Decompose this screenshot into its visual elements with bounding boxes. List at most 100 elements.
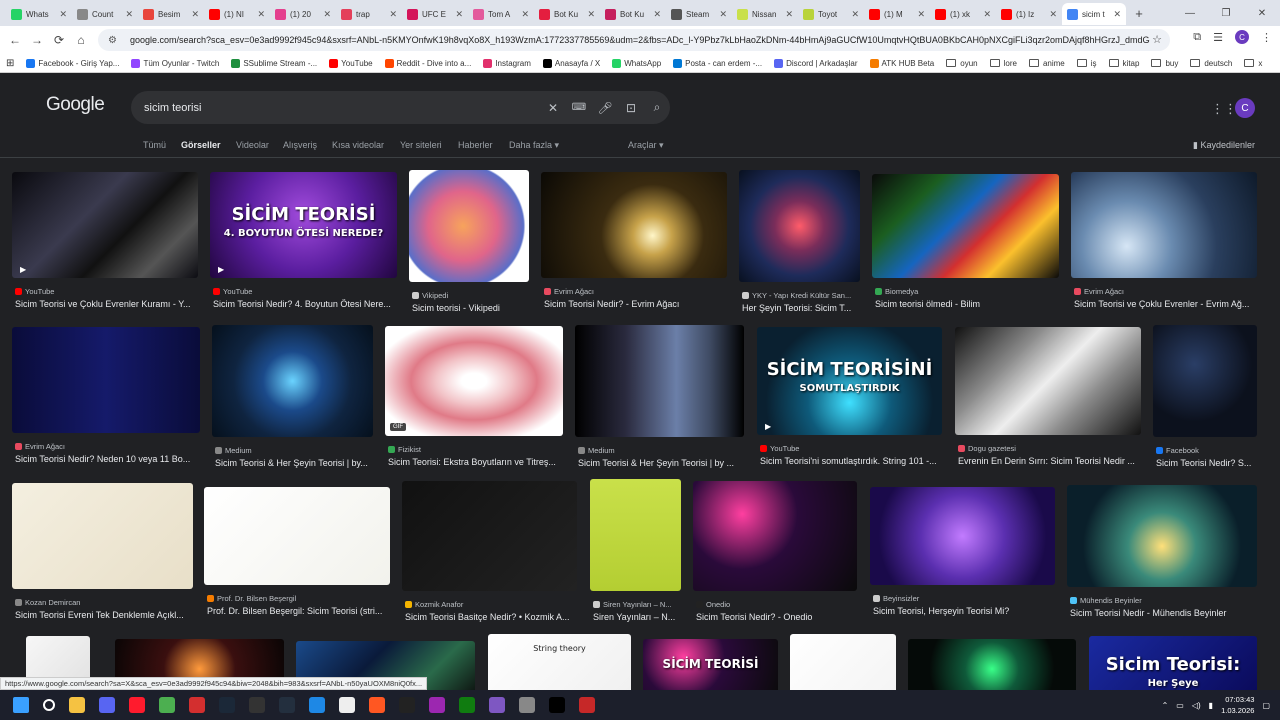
browser-tab[interactable]: (1) NI ✕ <box>204 3 270 25</box>
result-thumbnail[interactable] <box>790 634 896 690</box>
tab-close-icon[interactable]: ✕ <box>983 9 991 20</box>
tab-close-icon[interactable]: ✕ <box>587 9 595 20</box>
tab-close-icon[interactable]: ✕ <box>1049 9 1057 20</box>
browser-tab[interactable]: UFC E ✕ <box>402 3 468 25</box>
tools-button[interactable]: Araçlar ▾ <box>628 140 664 151</box>
epic-games-icon[interactable] <box>249 697 265 713</box>
account-avatar[interactable]: C <box>1235 98 1255 118</box>
app-red-icon[interactable] <box>189 697 205 713</box>
result-source[interactable]: Kozmik Anafor <box>405 600 576 609</box>
xbox-icon[interactable] <box>459 697 475 713</box>
result-thumbnail[interactable]: SİCİM TEORİSİ 4. BOYUTUN ÖTESİ NEREDE? ▶ <box>210 172 397 278</box>
search-icon[interactable] <box>43 699 55 711</box>
result-thumbnail[interactable] <box>693 481 857 591</box>
browser-tab[interactable]: (1) M ✕ <box>864 3 930 25</box>
result-thumbnail[interactable]: SİCİM TEORİSİNİ SOMUTLAŞTIRDIK ▶ <box>757 327 942 435</box>
result-source[interactable]: YouTube <box>15 287 197 296</box>
clear-icon[interactable]: ✕ <box>540 101 566 115</box>
app-orange-icon[interactable] <box>369 697 385 713</box>
browser-tab[interactable]: Besim ✕ <box>138 3 204 25</box>
app-black-icon[interactable] <box>549 697 565 713</box>
bookmark-item[interactable]: SSublime Stream -... <box>231 58 317 68</box>
bookmark-folder[interactable]: deutsch <box>1190 59 1232 68</box>
browser-tab[interactable]: Whats ✕ <box>6 3 72 25</box>
result-thumbnail[interactable] <box>541 172 727 278</box>
result-title[interactable]: Sicim Teorisi & Her Şeyin Teorisi | by..… <box>215 458 374 468</box>
tab-news[interactable]: Haberler <box>458 140 493 150</box>
bookmark-item[interactable]: Reddit - Dive into a... <box>384 58 471 68</box>
tab-search-icon[interactable]: ☰ <box>1213 31 1223 44</box>
browser-tab[interactable]: sicim t ✕ <box>1062 3 1126 25</box>
discord-icon[interactable] <box>99 697 115 713</box>
tab-close-icon[interactable]: ✕ <box>191 9 199 20</box>
browser-tab[interactable]: trap ✕ <box>336 3 402 25</box>
browser-tab[interactable]: (1) 20 ✕ <box>270 3 336 25</box>
browser-tab[interactable]: (1) xk ✕ <box>930 3 996 25</box>
new-tab-button[interactable]: + <box>1130 6 1148 21</box>
result-title[interactable]: Sicim Teorisi ve Çoklu Evrenler Kuramı -… <box>15 299 199 309</box>
browser-tab[interactable]: (1) Iz ✕ <box>996 3 1062 25</box>
windows-start-icon[interactable] <box>13 697 29 713</box>
result-source[interactable]: Evrim Ağacı <box>15 442 199 451</box>
result-title[interactable]: Sicim Teorisi'ni somutlaştırdık. String … <box>760 456 943 466</box>
browser-tab[interactable]: Steam ✕ <box>666 3 732 25</box>
browser-tab[interactable]: Toyot ✕ <box>798 3 864 25</box>
result-thumbnail[interactable] <box>1153 325 1257 437</box>
bookmark-item[interactable]: Discord | Arkadaşlar <box>774 58 858 68</box>
bookmark-folder[interactable]: buy <box>1151 59 1178 68</box>
tab-close-icon[interactable]: ✕ <box>1113 9 1121 20</box>
result-thumbnail[interactable] <box>955 327 1141 435</box>
result-source[interactable]: Biomedya <box>875 287 1058 296</box>
result-source[interactable]: Facebook <box>1156 446 1256 455</box>
url-bar[interactable]: ⚙ google.com/search?sca_esv=0e3ad9992f94… <box>98 29 1170 51</box>
menu-icon[interactable]: ⋮ <box>1261 31 1272 44</box>
tab-close-icon[interactable]: ✕ <box>323 9 331 20</box>
result-thumbnail[interactable] <box>590 479 681 591</box>
result-thumbnail[interactable] <box>739 170 860 282</box>
bookmark-item[interactable]: ATK HUB Beta <box>869 58 934 68</box>
result-source[interactable]: Onedio <box>696 600 856 609</box>
result-title[interactable]: Sicim Teorisi & Her Şeyin Teorisi | by .… <box>578 458 745 468</box>
tab-close-icon[interactable]: ✕ <box>851 9 859 20</box>
back-icon[interactable]: ← <box>4 33 26 47</box>
result-source[interactable]: Siren Yayınları – N... <box>593 600 680 609</box>
bookmark-item[interactable]: WhatsApp <box>612 58 661 68</box>
app-purple-icon[interactable] <box>429 697 445 713</box>
result-title[interactable]: Sicim Teorisi Nedir? Neden 10 veya 11 Bo… <box>15 454 201 464</box>
result-thumbnail[interactable] <box>870 487 1055 585</box>
result-title[interactable]: Sicim Teorisi Nedir? - Evrim Ağacı <box>544 299 728 309</box>
result-thumbnail[interactable]: Sicim Teorisi: Her Şeye <box>1089 636 1257 690</box>
result-thumbnail[interactable] <box>908 639 1076 690</box>
result-title[interactable]: Sicim teorisi ölmedi - Bilim <box>875 299 1060 309</box>
result-title[interactable]: Prof. Dr. Bilsen Beşergil: Sicim Teorisi… <box>207 606 391 616</box>
tab-close-icon[interactable]: ✕ <box>59 9 67 20</box>
result-thumbnail[interactable] <box>1071 172 1257 278</box>
tab-all[interactable]: Tümü <box>143 140 166 150</box>
result-thumbnail[interactable] <box>12 483 193 589</box>
bookmark-folder[interactable]: kitap <box>1108 59 1139 68</box>
result-title[interactable]: Sicim Teorisi Nedir? 4. Boyutun Ötesi Ne… <box>213 299 398 309</box>
result-thumbnail[interactable] <box>212 325 373 437</box>
result-title[interactable]: Sicim Teorisi, Herşeyin Teorisi Mi? <box>873 606 1056 616</box>
result-source[interactable]: Mühendis Beyinler <box>1070 596 1256 605</box>
network-icon[interactable]: ▭ <box>1176 701 1184 710</box>
browser-tab[interactable]: Tom A ✕ <box>468 3 534 25</box>
result-title[interactable]: Sicim Teorisi Nedir? - Onedio <box>696 612 858 622</box>
tab-close-icon[interactable]: ✕ <box>125 9 133 20</box>
result-title[interactable]: Sicim Teorisi Evreni Tek Denklemle Açıkl… <box>15 610 194 620</box>
result-source[interactable]: Beyinsizler <box>873 594 1054 603</box>
clock[interactable]: 07:03:43 1.03.2026 <box>1221 694 1254 716</box>
notification-icon[interactable]: ▢ <box>1262 701 1270 710</box>
browser-tab[interactable]: Bot Ku ✕ <box>600 3 666 25</box>
result-thumbnail[interactable]: String theory <box>488 634 631 690</box>
saved-button[interactable]: ▮ Kaydedilenler <box>1193 140 1255 151</box>
result-thumbnail[interactable] <box>575 325 744 437</box>
bookmark-item[interactable]: Anasayfa / X <box>542 58 600 68</box>
result-title[interactable]: Sicim Teorisi: Ekstra Boyutların ve Titr… <box>388 457 564 467</box>
google-apps-icon[interactable]: ⋮⋮ <box>1211 101 1237 117</box>
result-thumbnail[interactable] <box>204 487 390 585</box>
bookmark-folder[interactable]: anime <box>1028 59 1065 68</box>
maximize-icon[interactable]: ❐ <box>1208 8 1244 19</box>
result-source[interactable]: Medium <box>215 446 372 455</box>
volume-icon[interactable]: ◁) <box>1192 701 1201 710</box>
